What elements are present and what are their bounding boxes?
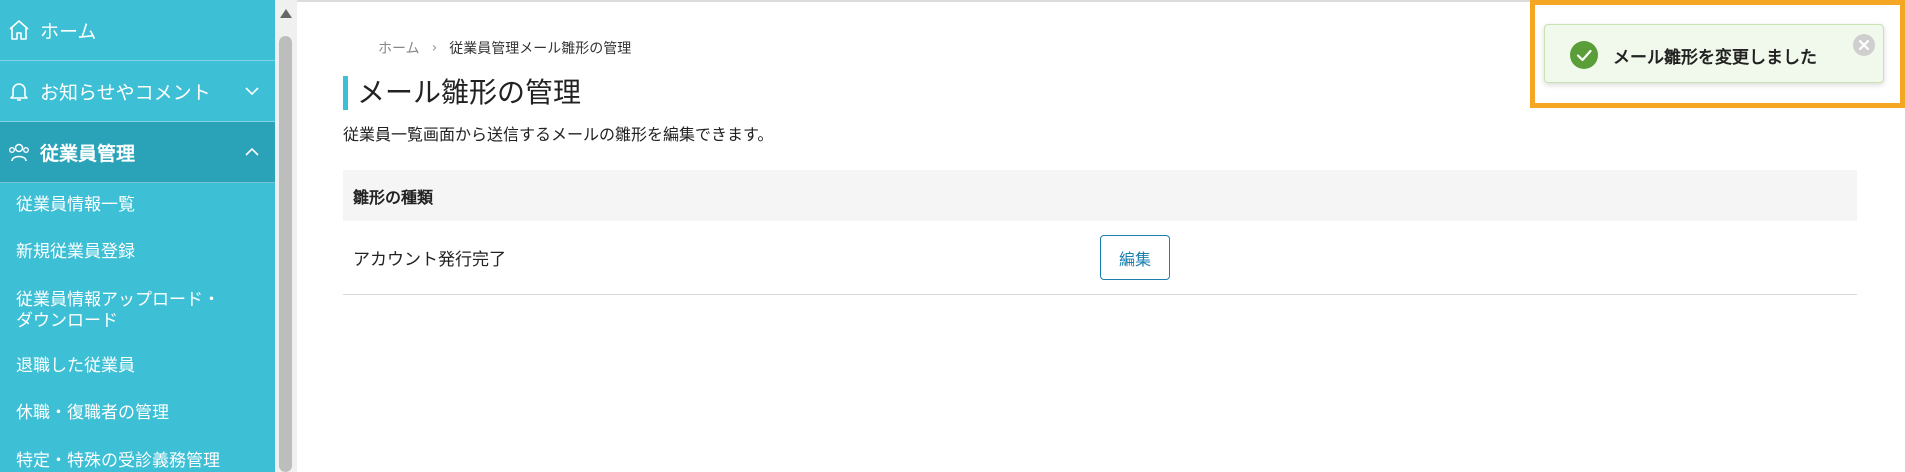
nav-item-home[interactable]: ホーム: [0, 0, 275, 61]
sidebar-item-new-employee[interactable]: 新規従業員登録: [16, 242, 236, 263]
sidebar-scrollbar[interactable]: [275, 0, 297, 472]
scroll-up-arrow-icon[interactable]: [278, 6, 294, 20]
home-icon: [9, 20, 29, 40]
breadcrumb: ホーム › 従業員管理メール雛形の管理: [378, 38, 631, 58]
nav-item-label: 従業員管理: [40, 142, 136, 165]
sidebar-item-special-exam[interactable]: 特定・特殊の受診義務管理: [16, 451, 236, 472]
scrollbar-thumb[interactable]: [279, 36, 292, 472]
close-icon[interactable]: [1852, 33, 1876, 57]
sidebar-item-upload-download[interactable]: 従業員情報アップロード・ダウンロード: [16, 290, 236, 332]
nav-item-employee-management[interactable]: 従業員管理: [0, 122, 275, 183]
nav-item-notices[interactable]: お知らせやコメント: [0, 61, 275, 122]
chevron-down-icon[interactable]: [243, 82, 261, 100]
table-row: アカウント発行完了 編集: [343, 221, 1857, 295]
page-description: 従業員一覧画面から送信するメールの雛形を編集できます。: [343, 125, 774, 144]
nav-item-label: お知らせやコメント: [40, 81, 211, 104]
nav-item-label: ホーム: [40, 20, 97, 43]
table-header-label: 雛形の種類: [353, 187, 434, 207]
title-accent-bar: [343, 76, 348, 110]
table-header: 雛形の種類: [343, 170, 1857, 221]
toast-message: メール雛形を変更しました: [1613, 48, 1817, 68]
success-toast: メール雛形を変更しました: [1544, 24, 1884, 83]
chevron-up-icon[interactable]: [243, 143, 261, 161]
breadcrumb-home-link[interactable]: ホーム: [378, 38, 420, 58]
row-label: アカウント発行完了: [353, 250, 506, 270]
bell-icon: [10, 83, 28, 101]
sidebar: ホーム お知らせやコメント 従業員管理 従業員情報一覧 新規従業員登録 従業員情…: [0, 0, 275, 472]
edit-button[interactable]: 編集: [1100, 235, 1170, 280]
template-table: 雛形の種類 アカウント発行完了 編集: [343, 170, 1857, 295]
page-title: メール雛形の管理: [357, 76, 582, 109]
check-circle-icon: [1570, 41, 1598, 69]
top-divider: [297, 0, 1905, 2]
people-icon: [9, 143, 29, 162]
breadcrumb-current: 従業員管理メール雛形の管理: [449, 41, 632, 57]
sidebar-item-retired[interactable]: 退職した従業員: [16, 356, 236, 377]
sidebar-item-leave[interactable]: 休職・復職者の管理: [16, 403, 236, 424]
breadcrumb-separator: ›: [431, 40, 438, 56]
sidebar-item-employee-list[interactable]: 従業員情報一覧: [16, 195, 236, 216]
